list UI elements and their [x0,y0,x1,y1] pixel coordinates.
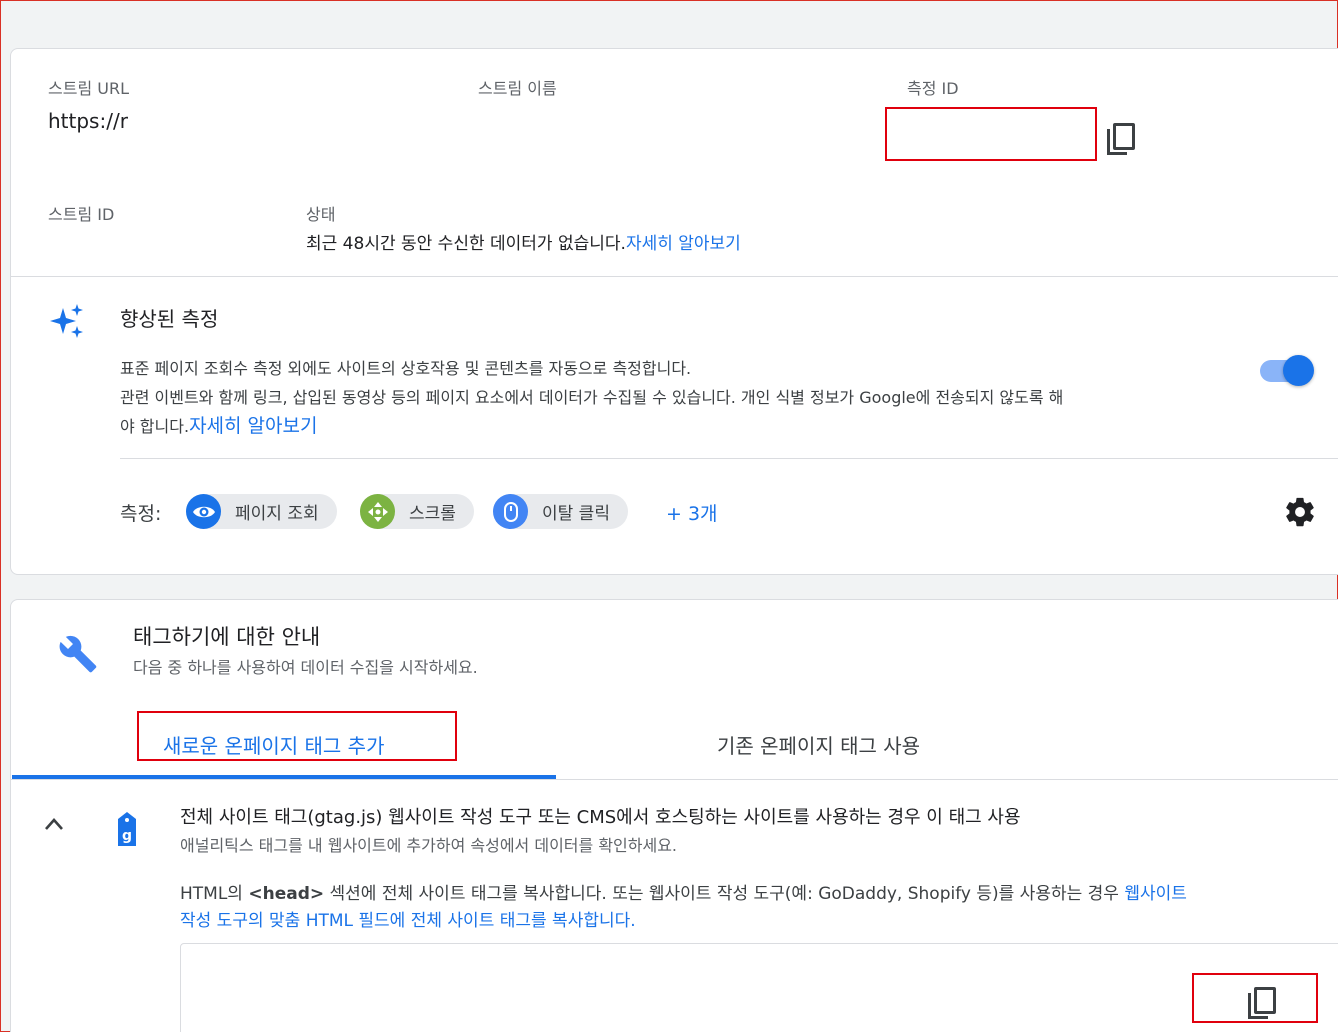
instr-head-tag: <head> [248,884,325,904]
gear-icon[interactable] [1283,495,1317,529]
enhanced-desc-line3: 야 합니다. [120,417,190,436]
enhanced-divider [120,458,1338,459]
instr-link-part2[interactable]: 작성 도구의 맞춤 HTML 필드에 전체 사이트 태그를 복사합니다. [180,906,636,931]
gtag-code-box [180,943,1338,1032]
measurement-id-value-highlight [885,107,1097,161]
gtag-title: 전체 사이트 태그(gtag.js) 웹사이트 작성 도구 또는 CMS에서 호… [180,807,1021,828]
enhanced-desc-line1: 표준 페이지 조회수 측정 외에도 사이트의 상호작용 및 콘텐츠를 자동으로 … [120,359,692,378]
wrench-icon [59,635,97,673]
chip-page-view-label: 페이지 조회 [235,504,319,524]
copy-measurement-id-icon[interactable] [1107,123,1137,157]
scroll-arrows-icon [360,494,395,529]
tab-new-onpage-tag[interactable]: 새로운 온페이지 태그 추가 [163,730,384,759]
svg-text:g: g [122,828,132,844]
chip-page-view: 페이지 조회 [186,494,337,529]
chip-outbound-click: 이탈 클릭 [493,494,628,529]
status-text: 최근 48시간 동안 수신한 데이터가 없습니다.자세히 알아보기 [306,229,741,254]
section-divider [11,276,1338,277]
enhanced-measurement-toggle[interactable] [1283,355,1314,386]
stream-url-value: https://r [48,109,128,133]
tab-existing-onpage-tag[interactable]: 기존 온페이지 태그 사용 [717,730,920,759]
status-learn-more-link[interactable]: 자세히 알아보기 [626,234,741,254]
tagging-title: 태그하기에 대한 안내 [133,625,321,649]
chip-scroll: 스크롤 [360,494,474,529]
enhanced-learn-more-link[interactable]: 자세히 알아보기 [189,415,317,437]
status-message: 최근 48시간 동안 수신한 데이터가 없습니다. [306,234,626,254]
enhanced-desc-line3-wrap: 야 합니다.자세히 알아보기 [120,411,317,438]
tagging-subtitle: 다음 중 하나를 사용하여 데이터 수집을 시작하세요. [133,658,478,677]
measuring-label: 측정: [120,503,162,525]
stream-id-label: 스트림 ID [48,205,115,224]
status-label: 상태 [306,205,336,224]
gtag-subtitle: 애널리틱스 태그를 내 웹사이트에 추가하여 속성에서 데이터를 확인하세요. [180,836,678,855]
enhanced-measurement-title: 향상된 측정 [120,307,219,331]
enhanced-desc-line2: 관련 이벤트와 함께 링크, 삽입된 동영상 등의 페이지 요소에서 데이터가 … [120,388,1064,407]
instr-mid: 섹션에 전체 사이트 태그를 복사합니다. 또는 웹사이트 작성 도구(예: G… [324,884,1125,904]
instr-link-part1[interactable]: 웹사이트 [1124,884,1187,904]
stream-url-label: 스트림 URL [48,79,129,98]
mouse-icon [493,494,528,529]
stream-name-label: 스트림 이름 [478,79,557,98]
chip-scroll-label: 스크롤 [409,504,456,524]
eye-icon [186,494,221,529]
chevron-up-icon[interactable] [44,816,64,832]
gtag-icon: g [118,812,136,846]
instr-pre: HTML의 [180,884,249,904]
measurement-id-label: 측정 ID [907,79,959,98]
gtag-instructions-line1: HTML의 <head> 섹션에 전체 사이트 태그를 복사합니다. 또는 웹사… [180,879,1187,904]
copy-code-icon[interactable] [1248,987,1278,1021]
more-events-link[interactable]: + 3개 [666,499,718,526]
chip-outbound-click-label: 이탈 클릭 [542,504,610,524]
tabs-divider [11,779,1338,780]
sparkle-icon [50,304,83,338]
